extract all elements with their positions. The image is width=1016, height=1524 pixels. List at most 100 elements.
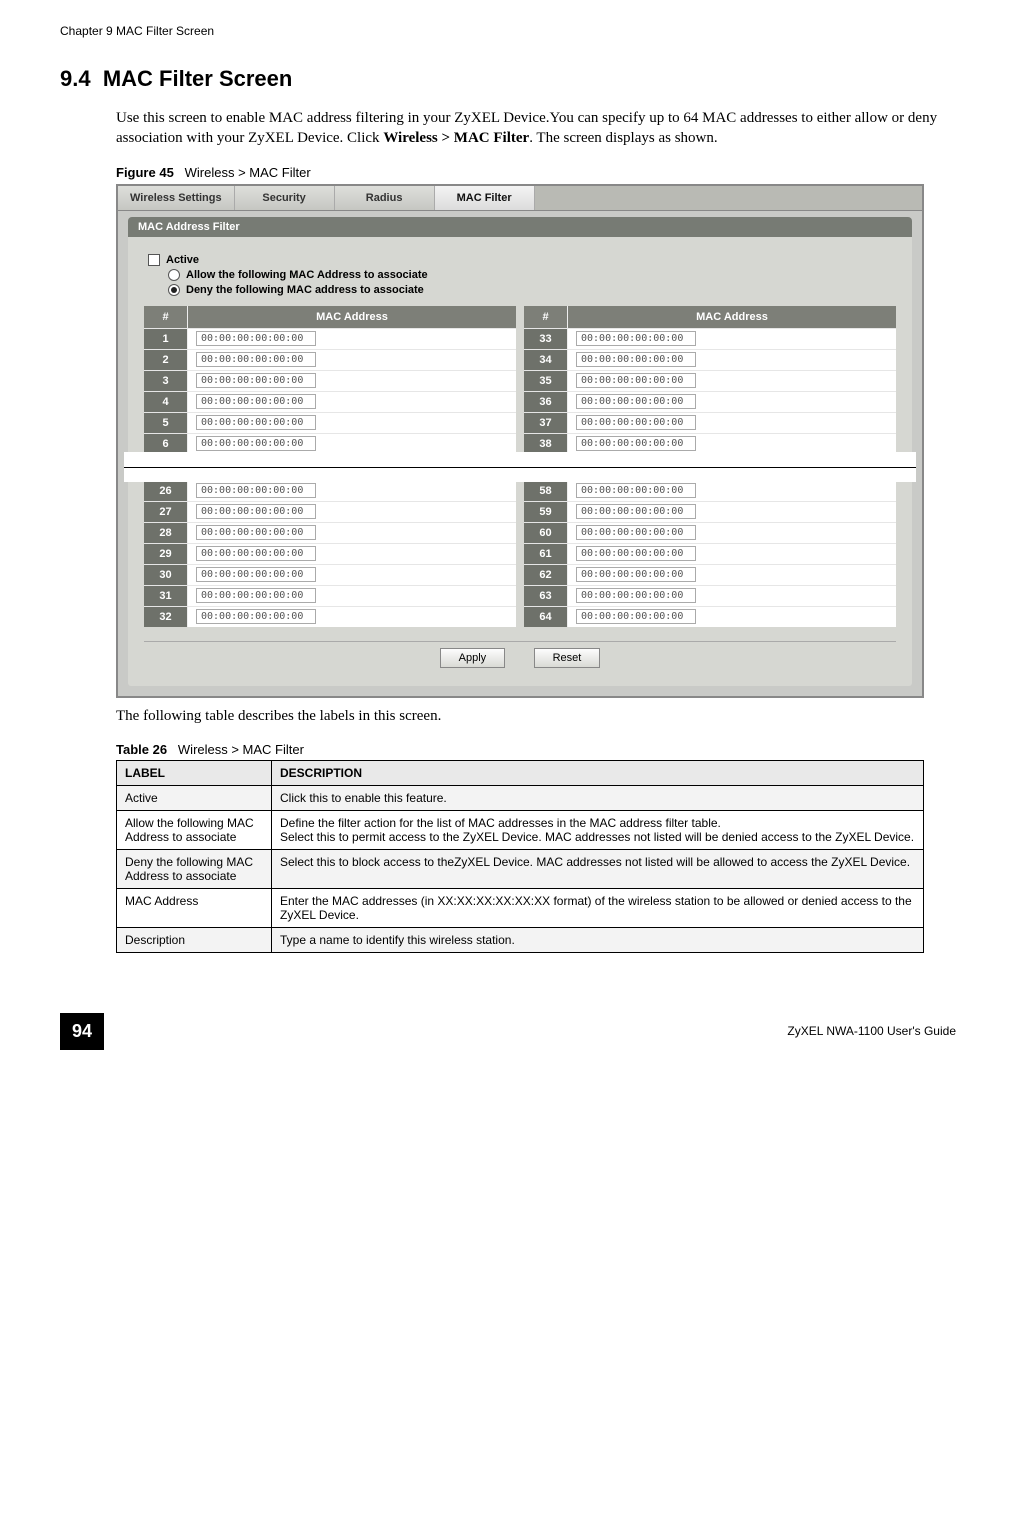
page-footer: 94 ZyXEL NWA-1100 User's Guide xyxy=(60,1013,956,1050)
mac-input[interactable] xyxy=(576,394,696,409)
mac-input[interactable] xyxy=(576,609,696,624)
mac-row-cell xyxy=(568,329,896,349)
mac-row: 62 xyxy=(524,564,896,585)
mac-row: 35 xyxy=(524,370,896,391)
mac-row: 30 xyxy=(144,564,516,585)
mac-row-num: 35 xyxy=(524,371,568,391)
mac-input[interactable] xyxy=(196,394,316,409)
mac-input[interactable] xyxy=(576,331,696,346)
mac-columns-bottom: 26272829303132 58596061626364 xyxy=(144,480,896,627)
tab-radius[interactable]: Radius xyxy=(335,186,435,210)
mac-input[interactable] xyxy=(576,415,696,430)
mac-input[interactable] xyxy=(576,525,696,540)
mac-input[interactable] xyxy=(196,483,316,498)
table-caption: Table 26 Wireless > MAC Filter xyxy=(116,742,956,757)
mac-input[interactable] xyxy=(576,436,696,451)
panel-title: MAC Address Filter xyxy=(128,217,912,237)
page-tear xyxy=(124,452,916,482)
panel-body: Active Allow the following MAC Address t… xyxy=(128,237,912,686)
mac-row-num: 26 xyxy=(144,481,188,501)
button-bar: Apply Reset xyxy=(144,641,896,668)
mac-row: 61 xyxy=(524,543,896,564)
reset-button[interactable]: Reset xyxy=(534,648,601,668)
mac-row-cell xyxy=(188,544,516,564)
mac-row-cell xyxy=(568,392,896,412)
mac-head-num: # xyxy=(144,306,188,328)
guide-name: ZyXEL NWA-1100 User's Guide xyxy=(787,1024,956,1038)
table-cell-desc: Enter the MAC addresses (in XX:XX:XX:XX:… xyxy=(272,888,924,927)
mac-row: 37 xyxy=(524,412,896,433)
mac-row-cell xyxy=(188,565,516,585)
mac-input[interactable] xyxy=(576,373,696,388)
active-label: Active xyxy=(166,254,199,266)
section-heading: 9.4 MAC Filter Screen xyxy=(60,66,956,92)
mac-row-num: 36 xyxy=(524,392,568,412)
allow-radio[interactable] xyxy=(168,269,180,281)
mac-input[interactable] xyxy=(196,352,316,367)
mac-input[interactable] xyxy=(196,609,316,624)
mac-row-num: 1 xyxy=(144,329,188,349)
mac-row-cell xyxy=(568,434,896,454)
mac-head-addr: MAC Address xyxy=(568,306,896,328)
mac-row-num: 59 xyxy=(524,502,568,522)
mac-row-cell xyxy=(188,350,516,370)
table-label: Table 26 xyxy=(116,742,167,757)
mac-input[interactable] xyxy=(576,504,696,519)
table-cell-label: Active xyxy=(117,785,272,810)
tab-security[interactable]: Security xyxy=(235,186,335,210)
screenshot-figure: Wireless Settings Security Radius MAC Fi… xyxy=(116,184,924,698)
mac-row-num: 4 xyxy=(144,392,188,412)
mac-row-num: 29 xyxy=(144,544,188,564)
mac-row-cell xyxy=(568,502,896,522)
mac-row: 59 xyxy=(524,501,896,522)
table-cell-label: Deny the following MAC Address to associ… xyxy=(117,849,272,888)
mac-row: 28 xyxy=(144,522,516,543)
table-cell-desc: Click this to enable this feature. xyxy=(272,785,924,810)
mac-row: 1 xyxy=(144,328,516,349)
table-cell-desc: Type a name to identify this wireless st… xyxy=(272,927,924,952)
tab-wireless-settings[interactable]: Wireless Settings xyxy=(118,186,235,210)
allow-row: Allow the following MAC Address to assoc… xyxy=(168,269,896,281)
description-table: LABEL DESCRIPTION ActiveClick this to en… xyxy=(116,760,924,953)
tab-bar: Wireless Settings Security Radius MAC Fi… xyxy=(118,186,922,211)
mac-input[interactable] xyxy=(196,546,316,561)
mac-row-cell xyxy=(188,434,516,454)
mac-input[interactable] xyxy=(576,546,696,561)
mac-row-cell xyxy=(568,413,896,433)
active-checkbox[interactable] xyxy=(148,254,160,266)
mac-row: 34 xyxy=(524,349,896,370)
mac-row-cell xyxy=(568,586,896,606)
mac-row: 36 xyxy=(524,391,896,412)
deny-label: Deny the following MAC address to associ… xyxy=(186,284,424,296)
mac-input[interactable] xyxy=(196,567,316,582)
mac-input[interactable] xyxy=(196,525,316,540)
mac-right-top-rows: 333435363738 xyxy=(524,328,896,454)
mac-input[interactable] xyxy=(576,352,696,367)
mac-input[interactable] xyxy=(196,373,316,388)
mac-input[interactable] xyxy=(196,436,316,451)
mac-input[interactable] xyxy=(576,588,696,603)
table-head-desc: DESCRIPTION xyxy=(272,760,924,785)
mac-row-cell xyxy=(568,523,896,543)
mac-row-cell xyxy=(188,502,516,522)
mac-row: 26 xyxy=(144,480,516,501)
mac-row-cell xyxy=(568,544,896,564)
mac-row-cell xyxy=(188,523,516,543)
mac-input[interactable] xyxy=(576,567,696,582)
mac-row-cell xyxy=(188,413,516,433)
mac-input[interactable] xyxy=(196,331,316,346)
mac-input[interactable] xyxy=(576,483,696,498)
deny-radio[interactable] xyxy=(168,284,180,296)
mac-row-num: 31 xyxy=(144,586,188,606)
mac-columns: # MAC Address 123456 # MAC Address 33343… xyxy=(144,306,896,454)
table-cell-desc: Select this to block access to theZyXEL … xyxy=(272,849,924,888)
deny-row: Deny the following MAC address to associ… xyxy=(168,284,896,296)
mac-row: 63 xyxy=(524,585,896,606)
tab-mac-filter[interactable]: MAC Filter xyxy=(435,186,535,210)
mac-row-num: 28 xyxy=(144,523,188,543)
mac-input[interactable] xyxy=(196,504,316,519)
mac-input[interactable] xyxy=(196,415,316,430)
mac-input[interactable] xyxy=(196,588,316,603)
apply-button[interactable]: Apply xyxy=(440,648,506,668)
mac-row: 3 xyxy=(144,370,516,391)
